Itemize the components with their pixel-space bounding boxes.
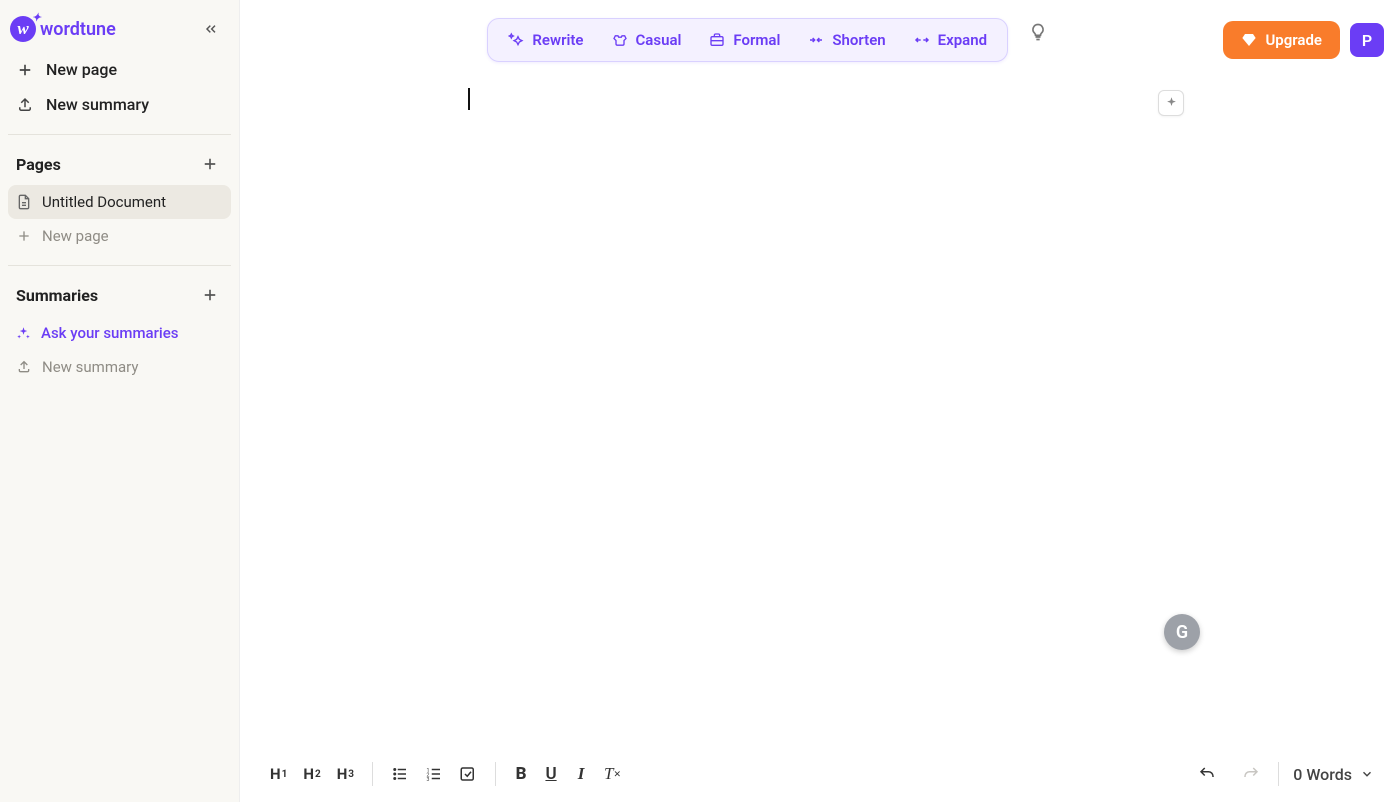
formal-button[interactable]: Formal (695, 23, 794, 57)
page-item-untitled[interactable]: Untitled Document (8, 185, 231, 219)
summaries-heading: Summaries (16, 286, 98, 305)
brand-name: wordtune (40, 19, 116, 40)
arrows-out-icon (914, 32, 930, 48)
shorten-label: Shorten (832, 31, 885, 49)
divider (372, 762, 373, 786)
clear-format-button[interactable]: T✕ (596, 758, 629, 790)
magic-icon (508, 32, 524, 48)
h3-button[interactable]: H3 (329, 759, 362, 789)
divider (495, 762, 496, 786)
upload-icon (16, 359, 32, 375)
briefcase-icon (709, 32, 725, 48)
divider (1278, 762, 1279, 786)
add-summary-icon[interactable] (197, 282, 223, 308)
topbar: Rewrite Casual Formal Shorten Expand (240, 0, 1400, 76)
sparkle-plus-icon (1164, 96, 1179, 111)
h1-button[interactable]: H1 (262, 759, 295, 789)
new-page-button[interactable]: New page (8, 52, 231, 87)
rewrite-label: Rewrite (532, 31, 583, 49)
svg-text:3: 3 (427, 777, 430, 783)
expand-label: Expand (938, 31, 987, 49)
redo-button[interactable] (1234, 759, 1268, 789)
underline-button[interactable]: U (536, 758, 566, 790)
new-page-label: New page (46, 60, 117, 79)
collapse-sidebar-icon[interactable] (199, 17, 223, 41)
shorten-button[interactable]: Shorten (794, 23, 899, 57)
bullet-list-button[interactable] (383, 759, 417, 789)
casual-icon (612, 32, 628, 48)
undo-button[interactable] (1190, 759, 1224, 789)
casual-label: Casual (636, 31, 682, 49)
rewrite-button[interactable]: Rewrite (494, 23, 597, 57)
new-summary-label: New summary (46, 95, 149, 114)
bold-button[interactable]: B (506, 758, 536, 790)
page-title: Untitled Document (42, 193, 166, 211)
logo-icon: w✦ (10, 16, 36, 42)
text-cursor (468, 88, 470, 110)
brand-logo[interactable]: w✦ wordtune (10, 16, 116, 42)
checklist-button[interactable] (451, 759, 485, 789)
word-count-label: 0 Words (1293, 765, 1352, 784)
extension-letter: G (1176, 622, 1188, 643)
plus-icon (16, 228, 32, 244)
sidebar: w✦ wordtune New page New summary Pages U… (0, 0, 240, 802)
grammarly-extension-icon[interactable]: G (1164, 614, 1200, 650)
new-summary-button[interactable]: New summary (8, 87, 231, 122)
editor-area[interactable]: G (240, 76, 1400, 748)
h2-button[interactable]: H2 (295, 759, 328, 789)
new-summary-inline[interactable]: New summary (8, 350, 231, 384)
ask-summaries-label: Ask your summaries (41, 324, 179, 342)
upload-icon (16, 96, 34, 114)
sidebar-header: w✦ wordtune (8, 12, 231, 52)
pages-section: Pages Untitled Document New page (8, 134, 231, 253)
document-icon (16, 194, 32, 210)
summaries-section: Summaries Ask your summaries New summary (8, 265, 231, 384)
user-avatar[interactable]: P (1350, 23, 1384, 57)
ask-summaries-link[interactable]: Ask your summaries (8, 316, 231, 350)
number-list-button[interactable]: 123 (417, 759, 451, 789)
insert-block-button[interactable] (1158, 90, 1184, 116)
ai-toolbar: Rewrite Casual Formal Shorten Expand (487, 18, 1008, 62)
new-page-inline[interactable]: New page (8, 219, 231, 253)
upgrade-button[interactable]: Upgrade (1223, 21, 1340, 59)
add-page-icon[interactable] (197, 151, 223, 177)
arrows-in-icon (808, 32, 824, 48)
sparkle-icon (16, 326, 31, 341)
chevron-down-icon (1360, 767, 1374, 781)
italic-button[interactable]: I (566, 758, 596, 790)
format-toolbar: H1 H2 H3 123 B U I T✕ 0 Words (240, 748, 1400, 802)
tips-icon[interactable] (1024, 18, 1052, 62)
main: Rewrite Casual Formal Shorten Expand (240, 0, 1400, 802)
plus-icon (16, 61, 34, 79)
diamond-icon (1241, 32, 1257, 48)
formal-label: Formal (733, 31, 780, 49)
expand-button[interactable]: Expand (900, 23, 1001, 57)
word-count-dropdown[interactable]: 0 Words (1289, 759, 1378, 790)
new-summary-inline-label: New summary (42, 358, 138, 376)
avatar-letter: P (1362, 31, 1372, 50)
casual-button[interactable]: Casual (598, 23, 696, 57)
upgrade-label: Upgrade (1265, 31, 1322, 49)
pages-heading: Pages (16, 155, 61, 174)
new-page-inline-label: New page (42, 227, 109, 245)
